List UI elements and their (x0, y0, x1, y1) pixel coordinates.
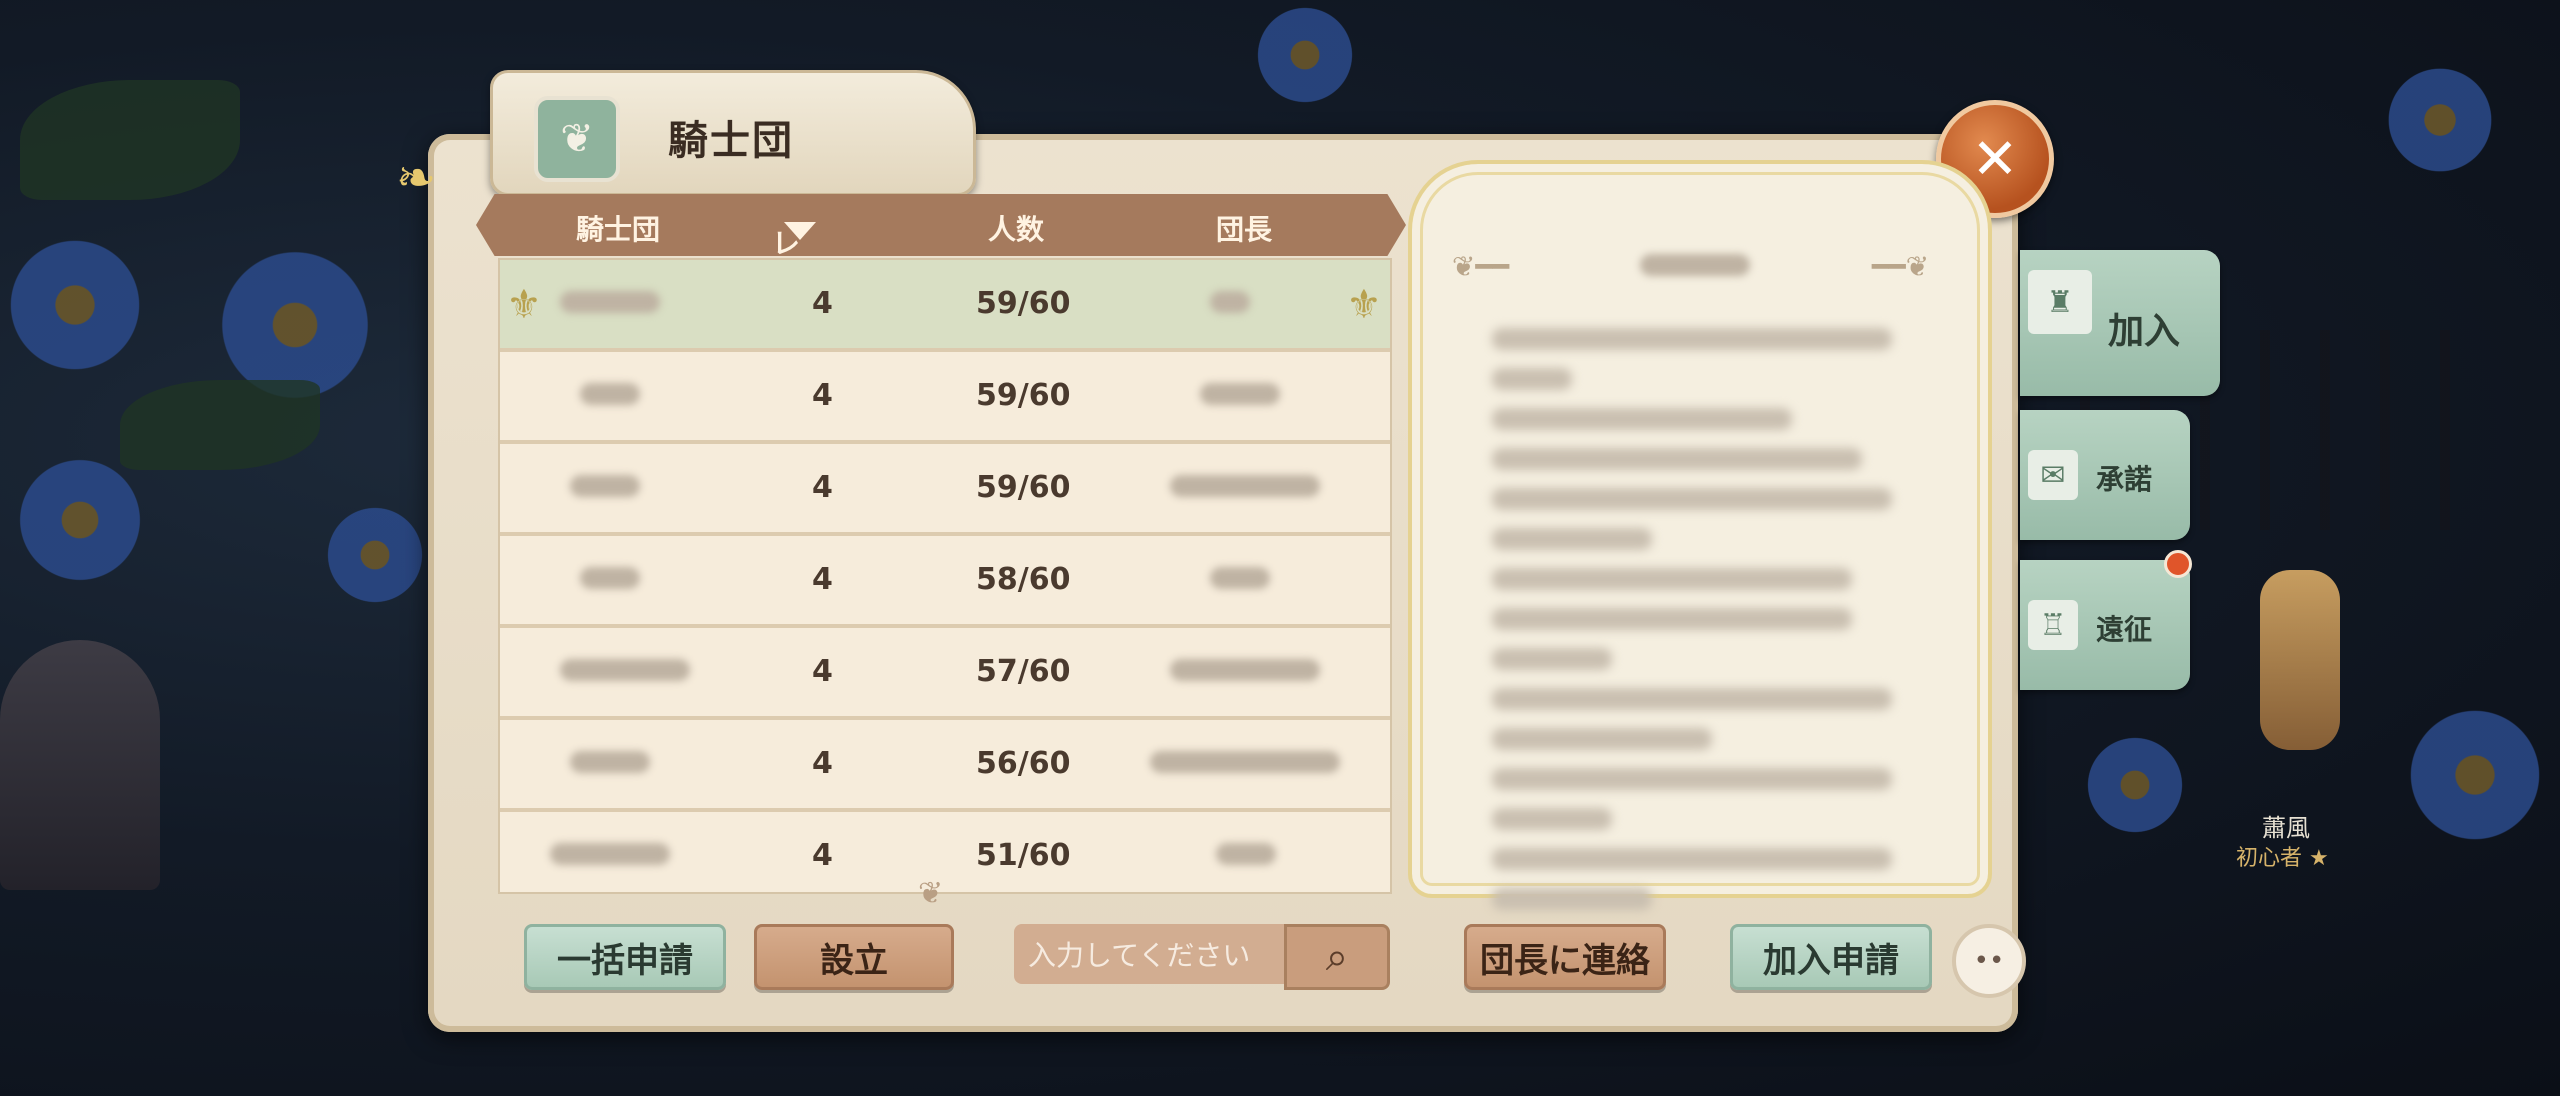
fleur-icon: ❦ (534, 96, 620, 182)
gravestone-decoration (0, 640, 160, 890)
player-character[interactable] (2260, 570, 2340, 750)
table-row[interactable]: 4 58/60 (500, 536, 1390, 628)
establish-button[interactable]: 設立 (754, 924, 954, 990)
row-members: 59/60 (976, 470, 1071, 505)
flower-decoration (0, 230, 150, 380)
table-row[interactable]: 4 56/60 (500, 720, 1390, 812)
castle-icon: ♜ (2028, 270, 2092, 334)
row-members: 51/60 (976, 838, 1071, 873)
order-name-blurred (580, 562, 640, 597)
order-name-blurred (560, 654, 690, 689)
apply-join-button[interactable]: 加入申請 (1730, 924, 1932, 990)
chat-face-icon: •• (1973, 946, 2005, 976)
search-icon: ⌕ (1325, 934, 1349, 980)
row-members: 57/60 (976, 654, 1071, 689)
search-input[interactable]: 入力してください (1014, 924, 1284, 984)
contact-leader-button[interactable]: 団長に連絡 (1464, 924, 1666, 990)
scroll-down-icon[interactable]: ❦ (918, 876, 943, 911)
description-text-blurred (1492, 528, 1652, 550)
ribbon-icon: ❧ (396, 150, 437, 206)
envelope-icon: ✉ (2028, 450, 2078, 500)
description-text-blurred (1492, 408, 1792, 430)
tab-approve[interactable]: ✉ 承諾 (2020, 410, 2190, 540)
row-level: 4 (812, 378, 833, 413)
column-leader[interactable]: 団長 (1216, 208, 1272, 248)
sort-down-icon (784, 222, 816, 240)
tab-expedition-label: 遠征 (2096, 613, 2153, 646)
description-text-blurred (1492, 488, 1892, 510)
knight-order-list[interactable]: ⚜ 4 59/60 ⚜ 4 59/60 4 59/60 4 58/60 4 57… (498, 258, 1392, 894)
table-row[interactable]: ⚜ 4 59/60 ⚜ (500, 260, 1390, 352)
description-text-blurred (1492, 608, 1852, 630)
description-text-blurred (1492, 368, 1572, 390)
flower-decoration (2380, 60, 2500, 180)
chat-button[interactable]: •• (1952, 924, 2026, 998)
description-text-blurred (1492, 568, 1852, 590)
leader-name-blurred (1200, 378, 1280, 413)
table-row[interactable]: 4 51/60 (500, 812, 1390, 892)
flower-decoration (2080, 730, 2190, 840)
description-text-blurred (1492, 648, 1612, 670)
page-title: 騎士団 (668, 118, 794, 164)
player-title: 初心者 ★ (2236, 846, 2329, 871)
row-level: 4 (812, 838, 833, 873)
description-text-blurred (1492, 328, 1892, 350)
leader-name-blurred (1210, 562, 1270, 597)
description-text-blurred (1492, 888, 1652, 910)
ornament-right-icon: ━━❦ (1872, 250, 1930, 283)
flower-decoration (2400, 700, 2550, 850)
leader-name-blurred (1170, 654, 1320, 689)
row-level: 4 (812, 470, 833, 505)
column-members[interactable]: 人数 (988, 208, 1044, 248)
description-text-blurred (1492, 768, 1892, 790)
table-row[interactable]: 4 57/60 (500, 628, 1390, 720)
tab-join[interactable]: ♜ 加入 (2020, 250, 2220, 396)
tab-join-label: 加入 (2108, 311, 2181, 352)
row-members: 59/60 (976, 286, 1071, 321)
fleur-icon: ⚜ (506, 282, 542, 328)
row-level: 4 (812, 286, 833, 321)
order-name-blurred (550, 838, 670, 873)
close-icon: ✕ (1971, 126, 2019, 192)
row-level: 4 (812, 654, 833, 689)
notification-dot (2164, 550, 2192, 578)
order-name-blurred (580, 378, 640, 413)
tab-expedition[interactable]: ♖ 遠征 (2020, 560, 2190, 690)
leader-name-blurred (1216, 838, 1276, 873)
description-text-blurred (1492, 688, 1892, 710)
description-text-blurred (1492, 808, 1612, 830)
ornament-left-icon: ❦━━ (1452, 250, 1510, 283)
leader-name-blurred (1170, 470, 1320, 505)
player-name: 蕭風 (2262, 814, 2310, 842)
flower-decoration (320, 500, 430, 610)
description-text-blurred (1492, 848, 1892, 870)
table-row[interactable]: 4 59/60 (500, 444, 1390, 536)
list-header: 騎士団 レベル 人数 団長 (476, 194, 1406, 256)
description-title-blurred (1640, 254, 1750, 280)
table-row[interactable]: 4 59/60 (500, 352, 1390, 444)
leader-name-blurred (1210, 286, 1250, 321)
column-name[interactable]: 騎士団 (576, 208, 660, 248)
tab-approve-label: 承諾 (2096, 463, 2153, 496)
flower-decoration (10, 450, 150, 590)
row-members: 59/60 (976, 378, 1071, 413)
order-name-blurred (560, 286, 660, 321)
order-description-panel: ❦━━ ━━❦ (1408, 160, 1992, 910)
row-members: 56/60 (976, 746, 1071, 781)
leaf-decoration (120, 380, 320, 470)
row-level: 4 (812, 746, 833, 781)
row-level: 4 (812, 562, 833, 597)
tower-icon: ♖ (2028, 600, 2078, 650)
fleur-icon: ⚜ (1346, 282, 1382, 328)
description-text-blurred (1492, 448, 1862, 470)
order-name-blurred (570, 470, 640, 505)
search-button[interactable]: ⌕ (1284, 924, 1390, 990)
description-text-blurred (1492, 728, 1712, 750)
bulk-apply-button[interactable]: 一括申請 (524, 924, 726, 990)
row-members: 58/60 (976, 562, 1071, 597)
leader-name-blurred (1150, 746, 1340, 781)
flower-decoration (1250, 0, 1360, 110)
leaf-decoration (20, 80, 240, 200)
order-name-blurred (570, 746, 650, 781)
